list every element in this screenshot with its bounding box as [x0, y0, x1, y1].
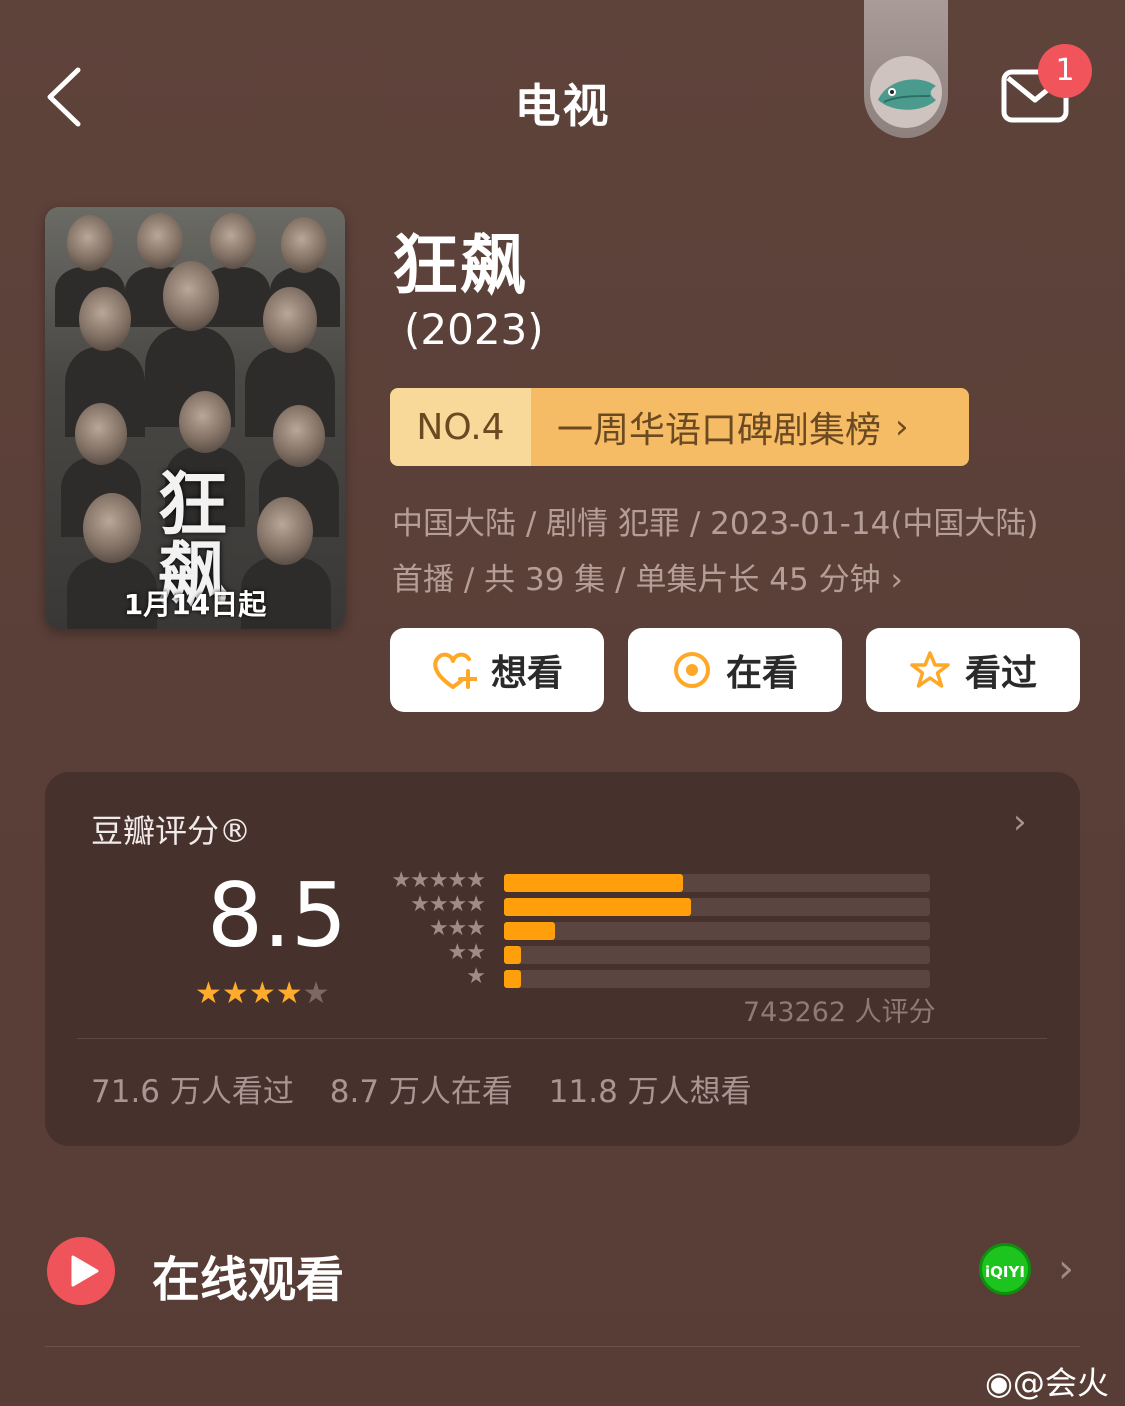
rating-distribution-row: ★ [385, 964, 945, 990]
meta-line: 首播 / 共 39 集 / 单集片长 45 分钟 [392, 562, 881, 598]
show-year: (2023) [404, 305, 544, 354]
play-triangle-icon [71, 1255, 99, 1287]
star-filled-icon: ★ [248, 976, 276, 1011]
watching-count: 8.7 万人在看 [329, 1074, 513, 1110]
heart-plus-icon [433, 652, 477, 689]
star-filled-icon: ★ [221, 976, 249, 1011]
notification-badge: 1 [1038, 44, 1092, 98]
watching-label: 在看 [725, 653, 798, 694]
page: 电视 1 狂飙 1月14日起 狂飙 (2023) NO.4 一周华语口碑剧集榜 … [0, 0, 1125, 1406]
iqiyi-logo-icon[interactable]: iQIYI [979, 1243, 1031, 1295]
meta-more-link[interactable]: 首播 / 共 39 集 / 单集片长 45 分钟 › [392, 552, 1092, 608]
distribution-bar [504, 922, 555, 940]
rank-number: NO.4 [390, 388, 531, 466]
show-title: 狂飙 [392, 227, 528, 304]
watermark: ◉@会火 [985, 1358, 1109, 1404]
poster-date-text: 1月14日起 [123, 588, 267, 621]
poster-figure [79, 287, 131, 351]
poster-figure [210, 213, 256, 269]
rating-distribution-row: ★★★★★ [385, 868, 945, 894]
avatar-tab[interactable] [864, 0, 948, 138]
rating-card[interactable]: 豆瓣评分® › 8.5 ★★★★★ ★★★★★ ★★★★ ★★★ ★★ ★ 74… [45, 772, 1080, 1146]
page-title: 电视 [514, 79, 611, 133]
want-to-watch-button[interactable]: 想看 [390, 628, 604, 712]
poster-figure [163, 261, 219, 331]
divider [45, 1346, 1080, 1347]
distribution-bar [504, 946, 521, 964]
distribution-bar [504, 898, 691, 916]
want-to-watch-label: 想看 [490, 653, 563, 694]
poster-figure [281, 217, 327, 273]
three-star-label-icon: ★★★ [428, 916, 486, 941]
distribution-bar [504, 970, 521, 988]
rating-distribution-row: ★★ [385, 940, 945, 966]
poster-image[interactable]: 狂飙 1月14日起 [45, 207, 345, 629]
star-icon [910, 651, 950, 688]
online-watch-label[interactable]: 在线观看 [152, 1240, 344, 1310]
distribution-track [504, 874, 930, 892]
chevron-right-icon: › [890, 562, 903, 598]
poster-figure [75, 403, 127, 465]
one-star-label-icon: ★ [466, 964, 486, 989]
watched-label: 看过 [964, 653, 1037, 694]
fish-avatar-icon [878, 79, 936, 110]
distribution-track [504, 946, 930, 964]
chevron-right-icon[interactable]: › [1013, 802, 1027, 842]
distribution-track [504, 898, 930, 916]
divider [77, 1038, 1047, 1039]
poster-figure [83, 493, 141, 563]
four-star-label-icon: ★★★★ [410, 892, 486, 917]
rating-distribution-row: ★★★★ [385, 892, 945, 918]
poster-figure [137, 213, 183, 269]
chevron-right-icon: › [895, 407, 909, 447]
avatar[interactable] [870, 56, 942, 128]
play-icon[interactable] [47, 1237, 115, 1305]
poster-figure [179, 391, 231, 453]
meta-line: 中国大陆 / 剧情 犯罪 / 2023-01-14(中国大陆) [392, 506, 1039, 542]
star-empty-icon: ★ [302, 976, 330, 1011]
distribution-track [504, 970, 930, 988]
rating-stars: ★★★★★ [195, 976, 330, 1011]
poster-figure [257, 497, 313, 565]
rank-list-label: 一周华语口碑剧集榜 [557, 410, 882, 451]
watching-button[interactable]: 在看 [628, 628, 842, 712]
watched-button[interactable]: 看过 [866, 628, 1080, 712]
rank-list-name: 一周华语口碑剧集榜 › [531, 388, 969, 466]
distribution-bar [504, 874, 683, 892]
rating-title: 豆瓣评分® [91, 812, 252, 850]
two-star-label-icon: ★★ [447, 940, 486, 965]
rating-distribution-row: ★★★ [385, 916, 945, 942]
watched-count: 71.6 万人看过 [91, 1074, 294, 1110]
rank-badge[interactable]: NO.4 一周华语口碑剧集榜 › [390, 388, 969, 466]
chevron-right-icon[interactable]: › [1058, 1246, 1074, 1292]
rating-score: 8.5 [207, 864, 347, 967]
poster-figure [263, 287, 317, 353]
five-star-label-icon: ★★★★★ [391, 868, 486, 893]
watermark-text: @会火 [1012, 1364, 1109, 1402]
poster-figure [67, 215, 113, 271]
watch-stats: 71.6 万人看过 8.7 万人在看 11.8 万人想看 [91, 1066, 778, 1111]
weibo-icon: ◉ [985, 1364, 1013, 1402]
poster-figure [273, 405, 325, 467]
show-meta: 中国大陆 / 剧情 犯罪 / 2023-01-14(中国大陆) 首播 / 共 3… [392, 496, 1092, 608]
star-filled-icon: ★ [275, 976, 303, 1011]
star-filled-icon: ★ [195, 976, 222, 1011]
want-count: 11.8 万人想看 [548, 1074, 752, 1110]
rating-count: 743262 人评分 [743, 997, 936, 1028]
target-icon [673, 652, 710, 688]
distribution-track [504, 922, 930, 940]
